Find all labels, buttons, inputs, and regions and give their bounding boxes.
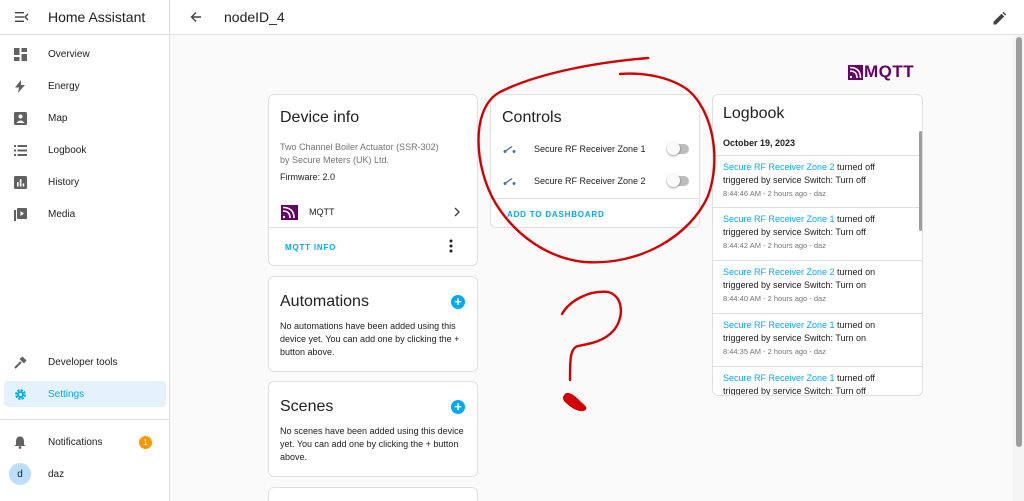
page-scrollbar-thumb[interactable]	[1016, 37, 1022, 447]
page-scrollbar[interactable]	[1013, 35, 1024, 501]
annotation-overlay	[477, 56, 716, 412]
annotation-question-mark	[560, 290, 622, 382]
annotation-circle	[477, 56, 716, 264]
annotation-question-dot	[562, 392, 587, 412]
